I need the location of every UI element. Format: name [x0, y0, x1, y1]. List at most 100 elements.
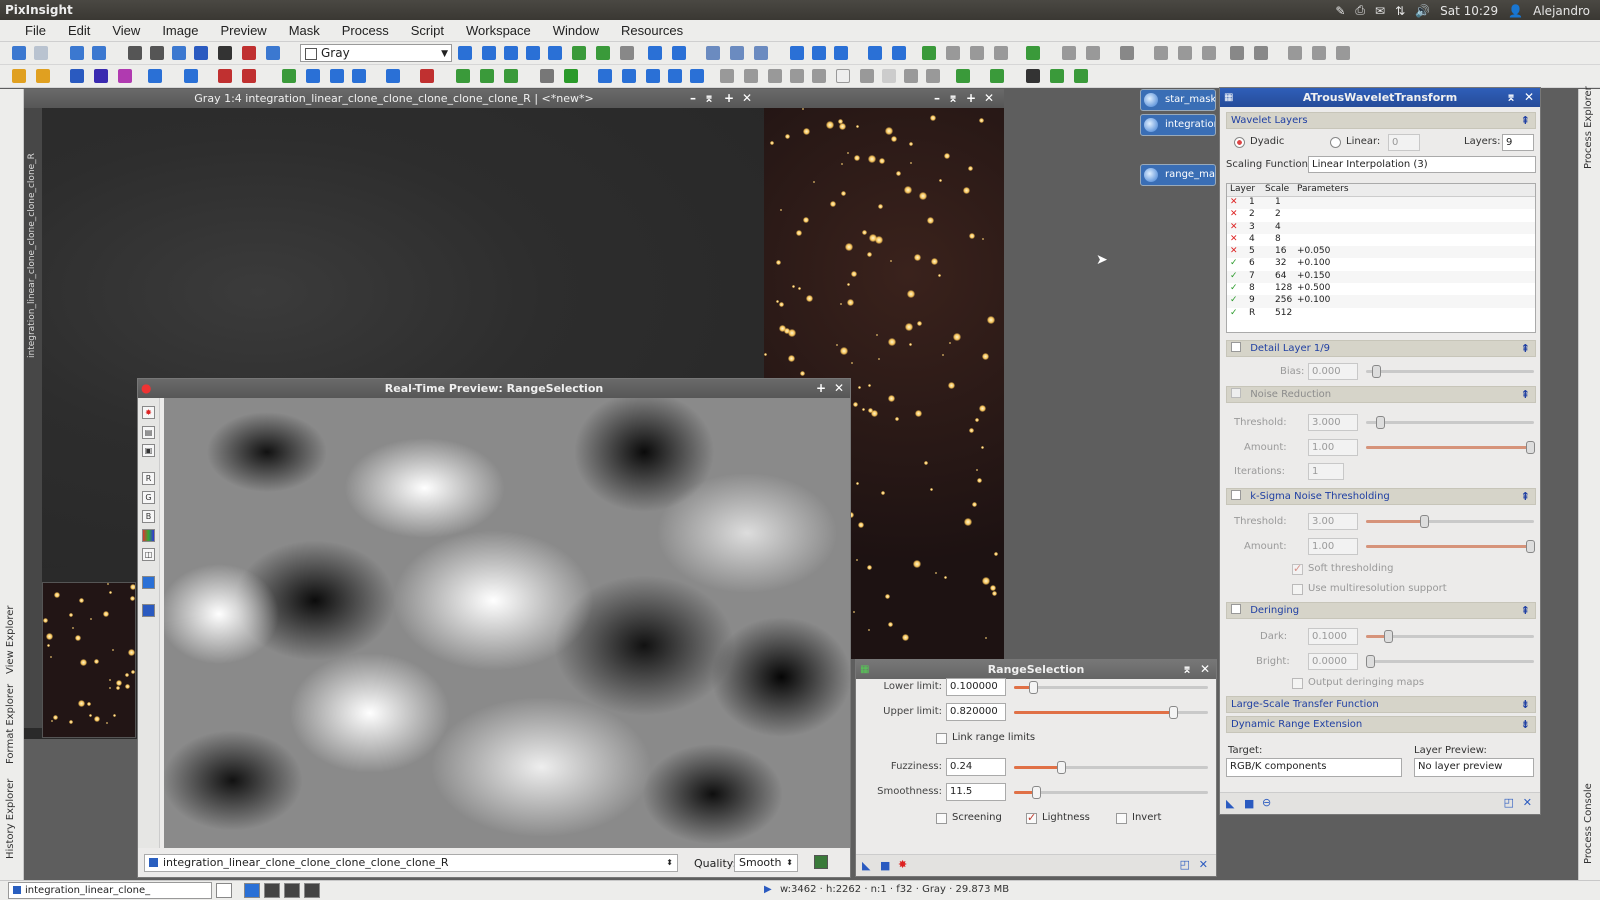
smoothness-input[interactable]: 11.5 — [946, 783, 1006, 801]
nr-amount-input[interactable]: 1.00 — [1308, 439, 1358, 456]
iterations-input[interactable]: 1 — [1308, 463, 1344, 480]
browse-doc-icon[interactable]: ◰ — [1180, 858, 1190, 871]
edit-icon[interactable]: ✎ — [1335, 4, 1345, 18]
color-mode-2-icon[interactable] — [264, 883, 280, 898]
upper-limit-slider[interactable] — [1014, 706, 1208, 719]
tool-u-icon[interactable] — [768, 69, 782, 83]
layer-row[interactable]: ✓ R 512 — [1227, 308, 1535, 320]
channel-rgb-icon[interactable] — [194, 46, 208, 60]
mail-icon[interactable]: ✉ — [1375, 4, 1385, 18]
channel-r-button[interactable]: R — [142, 472, 155, 485]
integration-icon[interactable]: integration_ — [1140, 114, 1216, 136]
zoom-1-2-icon[interactable] — [730, 46, 744, 60]
ksigma-checkbox[interactable] — [1231, 490, 1241, 500]
soft-thresholding-checkbox[interactable] — [1292, 562, 1303, 575]
process-d-icon[interactable] — [94, 69, 108, 83]
preview-view-select[interactable]: integration_linear_clone_clone_clone_clo… — [144, 854, 678, 872]
mask-invert-icon[interactable] — [994, 46, 1008, 60]
screening-checkbox[interactable] — [936, 813, 947, 824]
history-icon[interactable] — [1254, 46, 1268, 60]
layer-row[interactable]: ✕ 5 16 +0.050 — [1227, 246, 1535, 259]
col-parameters[interactable]: Parameters — [1297, 184, 1349, 194]
nr-amount-slider[interactable] — [1366, 441, 1535, 454]
menu-preview[interactable]: Preview — [209, 20, 277, 41]
close-icon[interactable]: ✕ — [742, 89, 752, 108]
explorer-icon[interactable] — [1230, 46, 1244, 60]
tool-x-icon[interactable] — [836, 69, 850, 83]
process-q-icon[interactable] — [480, 69, 494, 83]
process-k-icon[interactable] — [306, 69, 320, 83]
realtime-preview-title[interactable]: Real-Time Preview: RangeSelection — [138, 379, 850, 398]
color-mode-icon[interactable] — [244, 883, 260, 898]
bias-input[interactable]: 0.000 — [1308, 363, 1358, 380]
tool-b-icon[interactable] — [1312, 46, 1326, 60]
resample-icon[interactable] — [744, 69, 758, 83]
layer-row[interactable]: ✓ 8 128 +0.500 — [1227, 283, 1535, 295]
process-l-icon[interactable] — [330, 69, 344, 83]
channel-red-icon[interactable] — [242, 46, 256, 60]
mask-new-icon[interactable] — [922, 46, 936, 60]
pan-icon[interactable] — [504, 46, 518, 60]
preview-zoom-icon[interactable]: ▤ — [142, 426, 155, 439]
status-view-select[interactable]: integration_linear_clone_ — [8, 882, 212, 899]
process-c-icon[interactable] — [70, 69, 84, 83]
process-j-icon[interactable] — [282, 69, 296, 83]
collapse-icon[interactable]: ⇞ — [1521, 387, 1530, 402]
slider-knob[interactable] — [1056, 761, 1066, 774]
star-mask-icon[interactable]: star_mask — [1140, 89, 1216, 111]
ksigma-section[interactable]: k-Sigma Noise Thresholding ⇞ — [1226, 488, 1536, 505]
close-icon[interactable]: ✕ — [1524, 88, 1534, 107]
menu-view[interactable]: View — [101, 20, 151, 41]
process-explorer-tab[interactable]: Process Explorer — [1583, 86, 1594, 169]
noise-reduction-checkbox[interactable] — [1231, 388, 1241, 398]
channel-b-button[interactable]: B — [142, 510, 155, 523]
enabled-check-icon[interactable]: ✓ — [1230, 271, 1238, 281]
slider-knob[interactable] — [1029, 681, 1039, 694]
window-tile-icon[interactable] — [790, 46, 804, 60]
multiresolution-checkbox[interactable] — [1292, 584, 1303, 595]
tool-a-icon[interactable] — [1288, 46, 1302, 60]
reset-icon[interactable]: ✕ — [1199, 858, 1208, 871]
deringing-section[interactable]: Deringing ⇞ — [1226, 602, 1536, 619]
tool-c-icon[interactable] — [1336, 46, 1350, 60]
color-mode-3-icon[interactable] — [284, 883, 300, 898]
stf-link-icon[interactable] — [142, 604, 155, 617]
tool-af-icon[interactable] — [1050, 69, 1064, 83]
tool-z-icon[interactable] — [882, 69, 896, 83]
script-run-icon[interactable] — [1086, 46, 1100, 60]
invert-checkbox[interactable] — [1116, 813, 1127, 824]
menu-workspace[interactable]: Workspace — [455, 20, 542, 41]
tool-ac-icon[interactable] — [956, 69, 970, 83]
smoothness-slider[interactable] — [1014, 786, 1208, 799]
user-name[interactable]: Alejandro — [1533, 4, 1590, 18]
layer-row[interactable]: ✓ 7 64 +0.150 — [1227, 270, 1535, 284]
disabled-x-icon[interactable]: ✕ — [1230, 209, 1238, 219]
realtime-preview-icon[interactable]: ⊖ — [1262, 796, 1271, 809]
range-selection-dialog[interactable]: RangeSelection ▦ ⌆ ✕ Lower limit: 0.1000… — [855, 659, 1217, 877]
save-icon[interactable] — [128, 46, 142, 60]
zoom-1-1-icon[interactable] — [706, 46, 720, 60]
process-f-icon[interactable] — [148, 69, 162, 83]
zoom-icon[interactable] — [526, 46, 540, 60]
window-iconize-icon[interactable] — [834, 46, 848, 60]
rotate-icon[interactable] — [598, 69, 612, 83]
shade-icon[interactable]: ⌆ — [704, 89, 714, 108]
play-icon[interactable]: ▶ — [764, 884, 772, 895]
scaling-function-select[interactable]: Linear Interpolation (3) — [1308, 156, 1536, 173]
link-range-checkbox[interactable] — [936, 733, 947, 744]
rotate-b-icon[interactable] — [622, 69, 636, 83]
console-icon[interactable] — [1120, 46, 1134, 60]
dyadic-radio[interactable] — [1234, 137, 1245, 148]
main-window-title[interactable]: Gray 1:4 integration_linear_clone_clone_… — [24, 89, 764, 108]
track-view-icon[interactable] — [814, 855, 828, 869]
layer-row[interactable]: ✓ 9 256 +0.100 — [1227, 295, 1535, 308]
tool-aa-icon[interactable] — [904, 69, 918, 83]
process-s-icon[interactable] — [540, 69, 554, 83]
layer-row[interactable]: ✕ 3 4 — [1227, 221, 1535, 234]
enabled-check-icon[interactable]: ✓ — [1230, 258, 1238, 268]
realtime-preview-canvas[interactable] — [164, 398, 850, 848]
preview-reset-icon[interactable]: ✸ — [142, 406, 155, 419]
process-icon[interactable] — [1026, 46, 1040, 60]
range-mask-icon[interactable]: range_mask — [1140, 164, 1216, 186]
collapse-icon[interactable]: ⇞ — [1521, 341, 1530, 356]
